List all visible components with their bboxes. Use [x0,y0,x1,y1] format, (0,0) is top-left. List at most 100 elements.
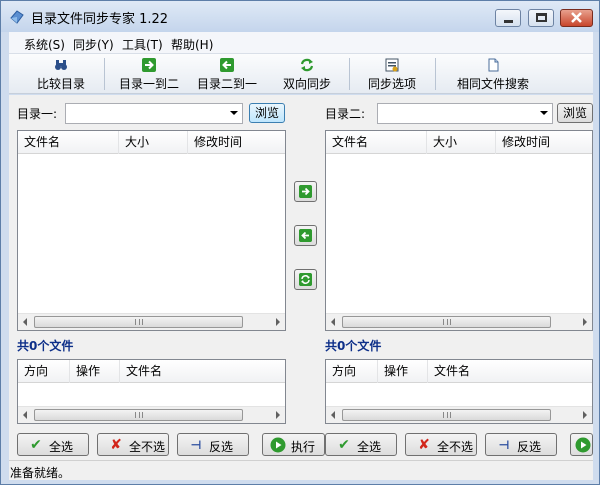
bidirectional-sync-button[interactable]: 双向同步 [277,56,337,92]
select-none-label: 全不选 [129,440,166,454]
toolbar-separator [435,58,436,90]
arrow-right-icon [142,58,156,72]
select-all-label: 全选 [357,440,382,454]
scrollbar-thumb[interactable] [342,409,551,421]
dir-one-combo[interactable] [65,103,243,124]
chevron-down-icon[interactable] [540,111,548,115]
scroll-left-icon[interactable] [23,411,27,419]
dir-two-to-one-button[interactable]: 目录二到一 [192,56,262,92]
dir-two-operation-list[interactable]: 方向 操作 文件名 [325,359,593,424]
dir-one-to-two-button[interactable]: 目录一到二 [114,56,184,92]
menu-system[interactable]: 系统(S) [24,36,65,53]
checkmark-icon: ✔ [338,437,350,453]
maximize-button[interactable] [528,9,554,27]
sync-options-button[interactable]: 同步选项 [362,56,422,92]
horizontal-scrollbar[interactable] [18,406,285,423]
scroll-left-icon[interactable] [331,318,335,326]
app-window: 目录文件同步专家 1.22 系统(S) 同步(Y) 工具(T) 帮助(H) 比较… [0,0,600,485]
copy-left-button[interactable] [294,225,317,246]
toolbar-separator [104,58,105,90]
window-title: 目录文件同步专家 1.22 [31,12,169,27]
same-file-search-label: 相同文件搜索 [456,77,529,91]
document-icon [488,58,499,72]
pin-icon: ⊣ [190,438,202,452]
copy-right-button[interactable] [294,181,317,202]
main-panel: 目录一: 浏览 文件名 大小 修改时间 共0个文件 方向 操作 文件名 目录二:… [9,95,593,460]
left-invert-button[interactable]: ⊣ 反选 [177,433,249,456]
compare-dirs-label: 比较目录 [36,77,85,91]
scroll-right-icon[interactable] [583,318,587,326]
options-icon [385,58,399,72]
menu-help[interactable]: 帮助(H) [171,36,213,53]
app-icon [10,10,24,24]
minimize-button[interactable] [495,9,521,27]
scroll-right-icon[interactable] [276,318,280,326]
dir-two-file-list[interactable]: 文件名 大小 修改时间 [325,130,593,331]
scroll-right-icon[interactable] [583,411,587,419]
column-filename[interactable]: 文件名 [326,131,427,154]
cross-icon: ✘ [418,437,430,453]
dir-two-label: 目录二: [325,107,366,121]
same-file-search-button[interactable]: 相同文件搜索 [441,56,545,92]
sync-icon [300,58,314,72]
operation-list-header: 方向 操作 文件名 [18,360,285,383]
dir-one-browse-button[interactable]: 浏览 [249,103,285,123]
left-select-none-button[interactable]: ✘ 全不选 [97,433,169,456]
column-direction[interactable]: 方向 [18,360,70,383]
menu-tools[interactable]: 工具(T) [122,36,163,53]
column-filename[interactable]: 文件名 [428,360,592,383]
scrollbar-thumb[interactable] [34,316,243,328]
column-action[interactable]: 操作 [70,360,120,383]
right-select-all-button[interactable]: ✔ 全选 [325,433,397,456]
scroll-left-icon[interactable] [331,411,335,419]
dir-two-browse-button[interactable]: 浏览 [557,103,593,123]
column-filename[interactable]: 文件名 [18,131,119,154]
chevron-down-icon[interactable] [230,111,238,115]
file-list-header: 文件名 大小 修改时间 [18,131,285,154]
scroll-left-icon[interactable] [23,318,27,326]
dir-one-file-list[interactable]: 文件名 大小 修改时间 [17,130,286,331]
column-filename[interactable]: 文件名 [120,360,285,383]
grip-icon [134,412,143,418]
grip-icon [134,319,143,325]
title-bar[interactable]: 目录文件同步专家 1.22 [1,1,599,32]
scrollbar-thumb[interactable] [342,316,551,328]
column-size[interactable]: 大小 [119,131,188,154]
execute-button[interactable]: 执行 [262,433,325,456]
compare-dirs-button[interactable]: 比较目录 [31,56,91,92]
pin-icon: ⊣ [498,438,510,452]
column-action[interactable]: 操作 [378,360,428,383]
dir-one-file-count: 共0个文件 [17,339,74,353]
right-invert-button[interactable]: ⊣ 反选 [485,433,557,456]
grip-icon [442,319,451,325]
menu-bar: 系统(S) 同步(Y) 工具(T) 帮助(H) [9,32,593,54]
select-all-label: 全选 [49,440,74,454]
menu-sync[interactable]: 同步(Y) [73,36,114,53]
sync-icon [299,273,312,286]
dir-one-to-two-label: 目录一到二 [118,77,179,91]
left-select-all-button[interactable]: ✔ 全选 [17,433,89,456]
scrollbar-thumb[interactable] [34,409,243,421]
horizontal-scrollbar[interactable] [326,406,592,423]
file-list-header: 文件名 大小 修改时间 [326,131,592,154]
dir-one-label: 目录一: [17,107,58,121]
grip-icon [442,412,451,418]
column-modified[interactable]: 修改时间 [496,131,592,154]
execute-label: 执行 [291,440,316,454]
column-direction[interactable]: 方向 [326,360,378,383]
right-select-none-button[interactable]: ✘ 全不选 [405,433,477,456]
column-modified[interactable]: 修改时间 [188,131,285,154]
close-icon [571,12,582,23]
sync-both-button[interactable] [294,269,317,290]
dir-two-combo[interactable] [377,103,553,124]
right-execute-button[interactable] [570,433,593,456]
operation-list-header: 方向 操作 文件名 [326,360,592,383]
close-button[interactable] [560,9,593,27]
cross-icon: ✘ [110,437,122,453]
scroll-right-icon[interactable] [276,411,280,419]
horizontal-scrollbar[interactable] [326,313,592,330]
horizontal-scrollbar[interactable] [18,313,285,330]
invert-label: 反选 [517,440,542,454]
dir-one-operation-list[interactable]: 方向 操作 文件名 [17,359,286,424]
column-size[interactable]: 大小 [427,131,496,154]
